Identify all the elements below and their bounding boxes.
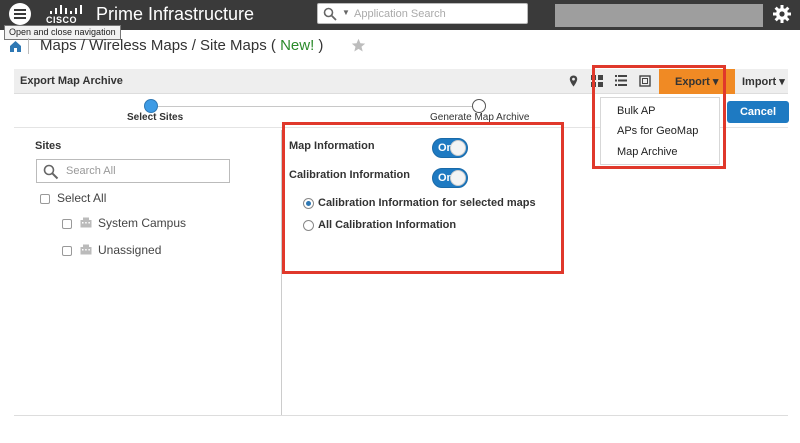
site-label-system-campus[interactable]: System Campus — [98, 216, 186, 230]
cisco-wordmark: CISCO — [46, 15, 78, 25]
step-select-sites-label: Select Sites — [127, 112, 184, 123]
search-placeholder: Application Search — [354, 8, 446, 20]
new-badge: New! — [280, 37, 315, 54]
breadcrumb-path: Maps / Wireless Maps / Site Maps ( — [40, 37, 281, 54]
gear-icon[interactable] — [772, 4, 792, 24]
search-icon — [323, 7, 337, 21]
sites-search-placeholder: Search All — [66, 165, 116, 177]
user-info-redacted — [555, 4, 763, 27]
cancel-button[interactable]: Cancel — [727, 101, 789, 123]
stepper-line — [151, 106, 479, 107]
site-label-unassigned[interactable]: Unassigned — [98, 243, 161, 257]
menu-button[interactable] — [9, 3, 31, 25]
breadcrumb-close: ) — [314, 37, 324, 54]
sites-search-input[interactable]: Search All — [36, 159, 230, 183]
application-search-input[interactable]: ▼ Application Search — [317, 3, 528, 24]
import-dropdown-button[interactable]: Import ▾ — [742, 75, 785, 88]
breadcrumb: Maps / Wireless Maps / Site Maps ( New! … — [40, 37, 323, 54]
cisco-logo: CISCO — [46, 4, 86, 26]
search-icon — [43, 164, 59, 180]
menu-icon — [14, 13, 26, 15]
highlight-box-export-menu — [592, 65, 726, 169]
star-icon[interactable] — [351, 38, 366, 53]
page-title: Export Map Archive — [20, 75, 123, 87]
building-icon — [80, 244, 92, 255]
menu-icon — [14, 17, 26, 19]
sites-heading: Sites — [35, 140, 62, 152]
select-all-label: Select All — [57, 191, 107, 205]
site-checkbox-unassigned[interactable] — [62, 246, 72, 256]
building-icon — [80, 217, 92, 228]
step-select-sites-indicator[interactable] — [144, 99, 158, 113]
breadcrumb-separator — [28, 38, 29, 54]
step-generate-archive-indicator[interactable] — [472, 99, 486, 113]
map-pin-icon[interactable] — [569, 75, 578, 87]
search-scope-chevron-icon[interactable]: ▼ — [342, 8, 350, 17]
product-name: Prime Infrastructure — [96, 4, 255, 24]
menu-icon — [14, 9, 26, 11]
select-all-checkbox[interactable] — [40, 194, 50, 204]
site-checkbox-system-campus[interactable] — [62, 219, 72, 229]
home-icon[interactable] — [9, 40, 22, 53]
content-bottom-border — [14, 415, 788, 416]
highlight-box-map-options — [282, 122, 564, 274]
sites-panel: Sites Search All Select All System Campu… — [14, 130, 282, 415]
